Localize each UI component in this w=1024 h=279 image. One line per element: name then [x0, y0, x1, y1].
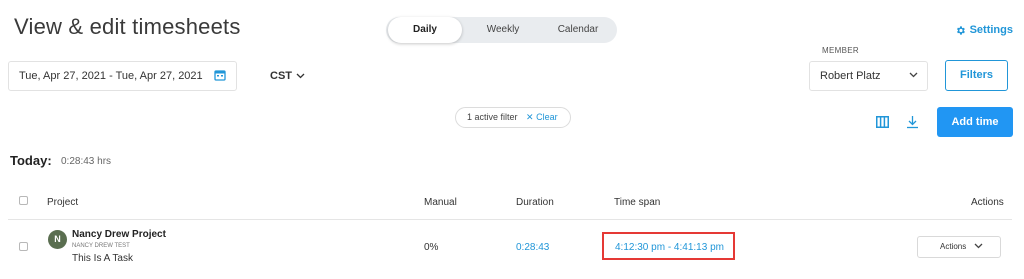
summary-duration: 0:28:43 hrs — [61, 156, 112, 167]
timezone-select[interactable]: CST — [270, 70, 305, 82]
table-header-divider — [8, 219, 1012, 220]
member-select[interactable]: Robert Platz — [809, 61, 928, 91]
member-value: Robert Platz — [820, 70, 881, 82]
date-range-picker[interactable]: Tue, Apr 27, 2021 - Tue, Apr 27, 2021 — [8, 61, 237, 91]
task-name: This Is A Task — [72, 253, 133, 264]
project-name: Nancy Drew Project — [72, 229, 166, 240]
column-header-duration: Duration — [516, 197, 554, 208]
chevron-down-icon — [296, 73, 305, 79]
column-header-time-span: Time span — [614, 197, 661, 208]
select-all-checkbox[interactable] — [19, 196, 28, 205]
duration-link[interactable]: 0:28:43 — [516, 242, 549, 253]
filters-button[interactable]: Filters — [945, 60, 1008, 91]
add-time-button[interactable]: Add time — [937, 107, 1013, 137]
column-header-actions: Actions — [971, 197, 1004, 208]
page-title: View & edit timesheets — [14, 14, 241, 39]
row-checkbox[interactable] — [19, 242, 28, 251]
member-label: MEMBER — [822, 46, 859, 55]
clear-filter-label: Clear — [536, 112, 558, 122]
client-name: NANCY DREW TEST — [72, 243, 130, 249]
columns-icon[interactable] — [876, 116, 889, 128]
tab-weekly[interactable]: Weekly — [466, 17, 540, 43]
column-header-project: Project — [47, 197, 79, 208]
calendar-icon — [214, 70, 226, 81]
view-toggle: Daily Weekly Calendar — [386, 17, 617, 43]
summary-label: Today: — [10, 153, 52, 168]
tab-calendar[interactable]: Calendar — [541, 17, 615, 43]
chevron-down-icon — [974, 243, 983, 249]
avatar: N — [48, 230, 67, 249]
column-header-manual: Manual — [424, 197, 457, 208]
download-icon[interactable] — [906, 115, 919, 129]
time-span-link[interactable]: 4:12:30 pm - 4:41:13 pm — [615, 242, 724, 253]
row-actions-button[interactable]: Actions — [917, 236, 1001, 258]
chevron-down-icon — [909, 72, 918, 78]
active-filter-pill: 1 active filter ✕ Clear — [455, 107, 571, 128]
date-range-value: Tue, Apr 27, 2021 - Tue, Apr 27, 2021 — [19, 70, 203, 82]
gear-icon — [956, 25, 965, 35]
manual-percent: 0% — [424, 242, 439, 253]
settings-label: Settings — [969, 24, 1013, 36]
tab-daily[interactable]: Daily — [388, 17, 462, 43]
clear-filter-button[interactable]: ✕ Clear — [526, 112, 558, 122]
timezone-value: CST — [270, 70, 292, 82]
active-filter-text: 1 active filter — [467, 112, 518, 122]
row-actions-label: Actions — [940, 242, 967, 251]
settings-link[interactable]: Settings — [955, 24, 1013, 36]
